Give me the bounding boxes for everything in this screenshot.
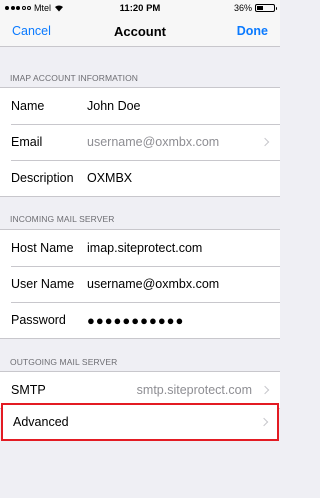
chevron-right-icon: [260, 385, 270, 395]
status-left: Mtel: [5, 3, 105, 13]
description-field[interactable]: OXMBX: [87, 171, 268, 185]
description-label: Description: [11, 171, 74, 185]
done-button[interactable]: Done: [188, 24, 268, 38]
status-time: 11:20 PM: [119, 2, 161, 14]
advanced-label: Advanced: [13, 415, 69, 429]
advanced-row[interactable]: Advanced: [1, 403, 279, 441]
user-name-field[interactable]: username@oxmbx.com: [87, 277, 268, 291]
email-row[interactable]: Email username@oxmbx.com: [0, 124, 280, 160]
wifi-icon: [55, 5, 64, 12]
smtp-label: SMTP: [11, 383, 46, 397]
password-field[interactable]: ●●●●●●●●●●●: [87, 313, 268, 328]
user-name-row[interactable]: User Name username@oxmbx.com: [0, 266, 280, 302]
chevron-right-icon: [260, 137, 270, 147]
name-label: Name: [11, 99, 45, 113]
email-value: username@oxmbx.com: [87, 135, 220, 149]
status-bar: Mtel 11:20 PM 36%: [0, 0, 280, 16]
user-name-label: User Name: [11, 277, 75, 291]
password-label: Password: [11, 313, 66, 327]
email-label: Email: [11, 135, 43, 149]
host-name-row[interactable]: Host Name imap.siteprotect.com: [0, 230, 280, 266]
chevron-right-icon: [259, 417, 269, 427]
battery-fill: [257, 6, 263, 10]
host-name-label: Host Name: [11, 241, 74, 255]
carrier-name: Mtel: [34, 3, 52, 13]
password-row[interactable]: Password ●●●●●●●●●●●: [0, 302, 280, 338]
host-name-field[interactable]: imap.siteprotect.com: [87, 241, 268, 255]
name-field[interactable]: John Doe: [87, 99, 268, 113]
status-right: 36%: [175, 3, 277, 13]
smtp-value: smtp.siteprotect.com: [136, 383, 252, 397]
cancel-button[interactable]: Cancel: [12, 24, 92, 38]
incoming-group: Host Name imap.siteprotect.com User Name…: [0, 229, 280, 339]
imap-group: Name John Doe Email username@oxmbx.com D…: [0, 87, 280, 197]
imap-section-header: IMAP ACCOUNT INFORMATION: [10, 73, 139, 83]
name-row[interactable]: Name John Doe: [0, 88, 280, 124]
signal-strength-icon: [5, 6, 31, 10]
page-title: Account: [114, 23, 166, 39]
nav-bar: Cancel Account Done: [0, 16, 280, 47]
description-row[interactable]: Description OXMBX: [0, 160, 280, 196]
outgoing-section-header: OUTGOING MAIL SERVER: [10, 357, 118, 367]
battery-percent: 36%: [233, 3, 252, 13]
battery-icon: [255, 4, 277, 12]
incoming-section-header: INCOMING MAIL SERVER: [10, 214, 115, 224]
